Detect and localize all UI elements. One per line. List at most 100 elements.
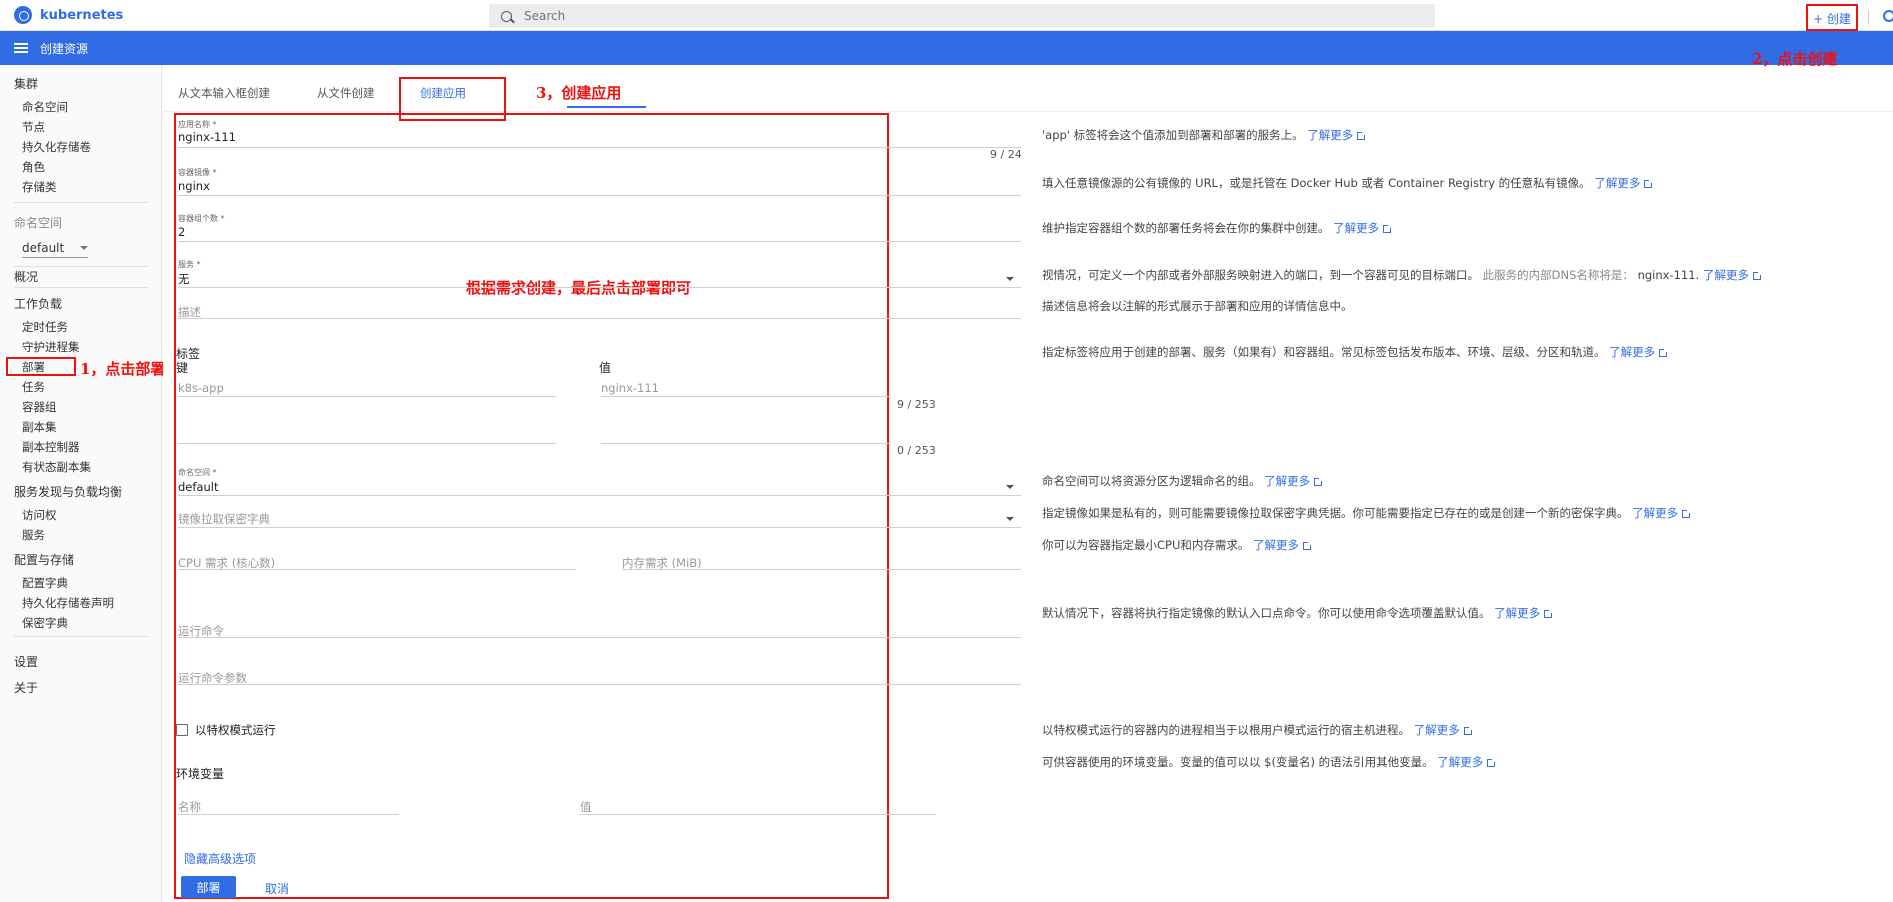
menu-icon[interactable] xyxy=(14,43,28,53)
external-link-icon xyxy=(1463,726,1473,735)
service-select[interactable]: 无 xyxy=(178,271,190,287)
hide-advanced-button[interactable]: 隐藏高级选项 xyxy=(184,850,256,867)
env-value-input[interactable]: 值 xyxy=(580,799,592,815)
help-image: 填入任意镜像源的公有镜像的 URL，或是托管在 Docker Hub 或者 Co… xyxy=(1042,175,1654,191)
sidebar-item-overview[interactable]: 概况 xyxy=(14,268,38,285)
page-title: 创建资源 xyxy=(40,41,89,56)
sidebar-section-cluster[interactable]: 集群 xyxy=(14,75,38,92)
help-image-pull-secret: 指定镜像如果是私有的，则可能需要镜像拉取保密字典凭据。你可能需要指定已存在的或是… xyxy=(1042,505,1692,521)
top-bar: kubernetes + 创建 xyxy=(0,0,1893,31)
tab-from-text[interactable]: 从文本输入框创建 xyxy=(178,85,270,101)
learn-more-link[interactable]: 了解更多 xyxy=(1609,345,1655,359)
learn-more-link[interactable]: 了解更多 xyxy=(1632,506,1678,520)
privileged-checkbox[interactable] xyxy=(176,724,188,736)
external-link-icon xyxy=(1487,758,1497,767)
namespace-select[interactable]: default xyxy=(178,480,218,494)
label-value-input[interactable]: nginx-111 xyxy=(601,381,659,395)
sidebar-item-ingresses[interactable]: 访问权 xyxy=(22,507,57,523)
image-underline xyxy=(178,195,1021,196)
sidebar-item-replicasets[interactable]: 副本集 xyxy=(22,419,57,435)
sidebar-item-replication-controllers[interactable]: 副本控制器 xyxy=(22,439,80,455)
label-value-underline-2[interactable] xyxy=(601,443,889,444)
pods-input[interactable]: 2 xyxy=(178,225,185,239)
label-counter-2: 0 / 253 xyxy=(897,444,936,457)
sidebar-item-namespaces[interactable]: 命名空间 xyxy=(22,99,68,115)
learn-more-link[interactable]: 了解更多 xyxy=(1703,268,1749,282)
active-tab-indicator xyxy=(567,106,646,108)
annotation-step3: 3，创建应用 xyxy=(536,84,622,102)
dropdown-arrow-icon[interactable] xyxy=(1006,277,1014,281)
dropdown-arrow-icon[interactable] xyxy=(1006,485,1014,489)
env-name-input[interactable]: 名称 xyxy=(178,799,201,815)
cancel-button[interactable]: 取消 xyxy=(265,880,289,897)
sidebar-item-pvcs[interactable]: 持久化存储卷声明 xyxy=(22,595,114,611)
tab-from-file[interactable]: 从文件创建 xyxy=(317,85,375,101)
image-pull-secret-select[interactable]: 镜像拉取保密字典 xyxy=(178,511,270,527)
sidebar-item-services[interactable]: 服务 xyxy=(22,527,45,543)
learn-more-link[interactable]: 了解更多 xyxy=(1414,723,1460,737)
pods-underline xyxy=(178,241,1021,242)
divider xyxy=(14,287,148,288)
sidebar-item-cronjobs[interactable]: 定时任务 xyxy=(22,319,68,335)
sidebar-item-persistent-volumes[interactable]: 持久化存储卷 xyxy=(22,139,91,155)
sidebar-item-jobs[interactable]: 任务 xyxy=(22,379,45,395)
learn-more-link[interactable]: 了解更多 xyxy=(1307,128,1353,142)
dropdown-arrow-icon[interactable] xyxy=(1006,517,1014,521)
namespace-select[interactable]: default xyxy=(22,238,88,258)
kubernetes-logo[interactable]: kubernetes xyxy=(14,6,123,24)
sidebar-section-discovery[interactable]: 服务发现与负载均衡 xyxy=(14,483,122,500)
help-text-dns-prefix: 此服务的内部DNS名称将是： xyxy=(1482,268,1634,282)
sidebar-section-config[interactable]: 配置与存储 xyxy=(14,551,74,568)
image-input[interactable]: nginx xyxy=(178,179,210,193)
sidebar: 集群 命名空间 节点 持久化存储卷 角色 存储类 命名空间 default 概况… xyxy=(0,65,162,902)
sidebar-section-workloads[interactable]: 工作负载 xyxy=(14,295,62,312)
user-icon[interactable] xyxy=(1883,10,1893,22)
sidebar-item-secrets[interactable]: 保密字典 xyxy=(22,615,68,631)
label-counter-1: 9 / 253 xyxy=(897,398,936,411)
external-link-icon xyxy=(1357,131,1367,140)
learn-more-link[interactable]: 了解更多 xyxy=(1437,755,1483,769)
help-text: 维护指定容器组个数的部署任务将会在你的集群中创建。 xyxy=(1042,221,1330,235)
external-link-icon xyxy=(1314,477,1324,486)
env-title: 环境变量 xyxy=(176,767,225,781)
search-input[interactable] xyxy=(524,9,1324,23)
external-link-icon xyxy=(1752,271,1762,280)
app-name-input[interactable]: nginx-111 xyxy=(178,130,236,144)
labels-value-header: 值 xyxy=(599,361,612,375)
help-app-name: 'app' 标签将会这个值添加到部署和部署的服务上。 了解更多 xyxy=(1042,127,1367,143)
logo-text: kubernetes xyxy=(40,7,124,23)
label-key-underline-2[interactable] xyxy=(178,443,556,444)
sidebar-item-pods[interactable]: 容器组 xyxy=(22,399,57,415)
sidebar-item-settings[interactable]: 设置 xyxy=(14,653,38,670)
sidebar-item-nodes[interactable]: 节点 xyxy=(22,119,45,135)
learn-more-link[interactable]: 了解更多 xyxy=(1594,176,1640,190)
learn-more-link[interactable]: 了解更多 xyxy=(1494,606,1540,620)
help-text: 描述信息将会以注解的形式展示于部署和应用的详情信息中。 xyxy=(1042,299,1353,313)
app-name-label: 应用名称 * xyxy=(178,120,217,129)
external-link-icon xyxy=(1544,609,1554,618)
sidebar-item-configmaps[interactable]: 配置字典 xyxy=(22,575,68,591)
sidebar-item-storage-classes[interactable]: 存储类 xyxy=(22,179,57,195)
sidebar-item-about[interactable]: 关于 xyxy=(14,679,38,696)
annotation-step2: 2，点击创建 xyxy=(1752,50,1838,68)
app-name-underline xyxy=(178,147,1021,148)
sidebar-item-daemonsets[interactable]: 守护进程集 xyxy=(22,339,80,355)
help-pods: 维护指定容器组个数的部署任务将会在你的集群中创建。 了解更多 xyxy=(1042,220,1393,236)
help-text: 你可以为容器指定最小CPU和内存需求。 xyxy=(1042,538,1250,552)
deploy-button[interactable]: 部署 xyxy=(181,876,236,898)
env-value-underline xyxy=(580,814,936,815)
run-command-underline xyxy=(178,637,1021,638)
divider xyxy=(14,636,148,637)
image-pull-secret-underline xyxy=(178,527,1021,528)
sidebar-item-statefulsets[interactable]: 有状态副本集 xyxy=(22,459,91,475)
learn-more-link[interactable]: 了解更多 xyxy=(1333,221,1379,235)
learn-more-link[interactable]: 了解更多 xyxy=(1264,474,1310,488)
external-link-icon xyxy=(1659,348,1669,357)
learn-more-link[interactable]: 了解更多 xyxy=(1253,538,1299,552)
env-name-underline xyxy=(178,814,399,815)
search-bar[interactable] xyxy=(489,4,1435,28)
sidebar-item-roles[interactable]: 角色 xyxy=(22,159,45,175)
cpu-underline xyxy=(178,569,576,570)
service-label: 服务 * xyxy=(178,260,201,269)
label-key-input[interactable]: k8s-app xyxy=(178,381,224,395)
